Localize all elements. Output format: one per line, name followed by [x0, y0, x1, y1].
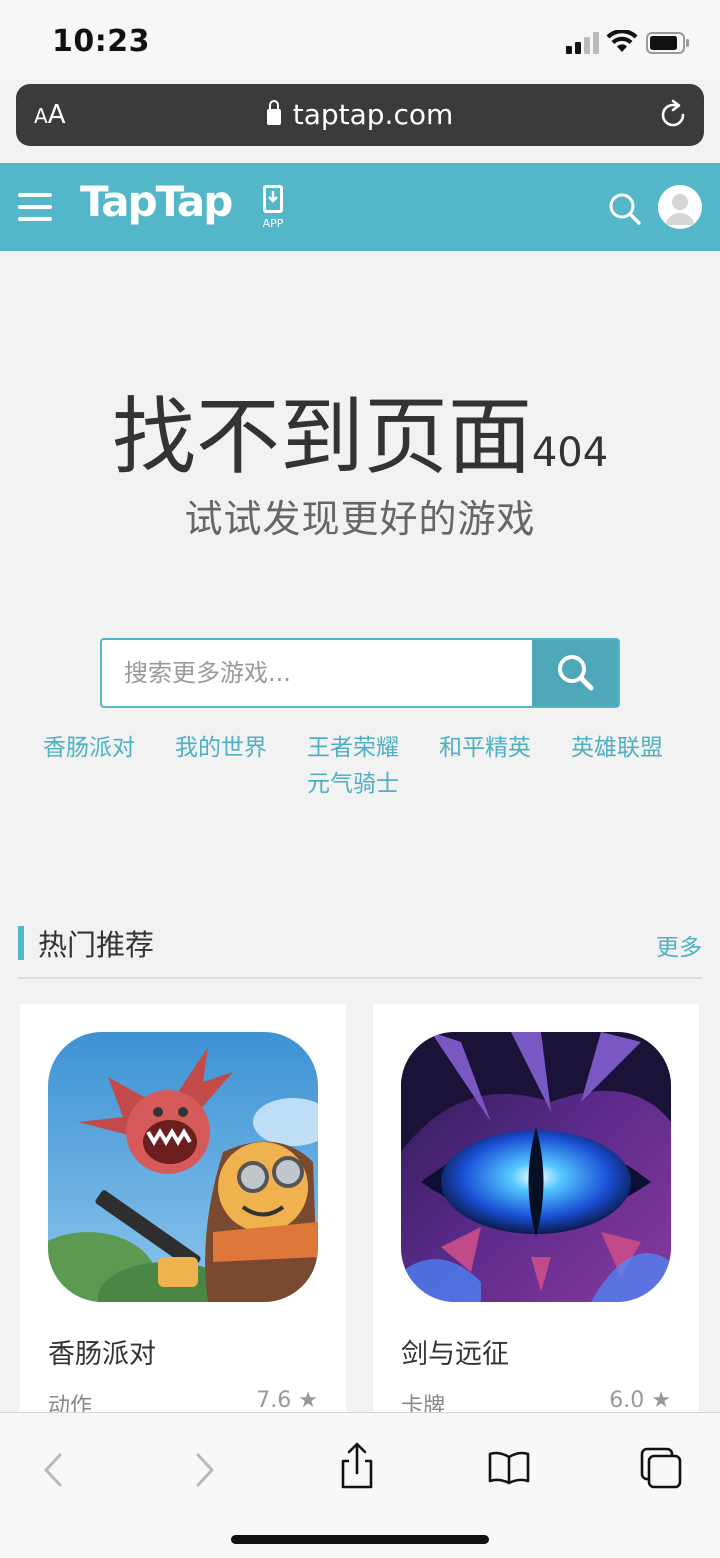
search-input[interactable]: [102, 640, 532, 706]
search-icon: [558, 655, 594, 691]
wifi-icon: [606, 30, 638, 52]
game-icon-sausage-party[interactable]: [48, 1032, 318, 1302]
back-icon[interactable]: [28, 1441, 78, 1491]
search-button[interactable]: [532, 640, 618, 706]
home-indicator[interactable]: [231, 1535, 489, 1544]
menu-icon[interactable]: [18, 193, 52, 221]
game-name[interactable]: 香肠派对: [48, 1332, 156, 1371]
url-text: taptap.com: [292, 98, 454, 131]
hot-tag[interactable]: 我的世界: [175, 728, 267, 762]
star-icon: ★: [298, 1388, 318, 1413]
phone-download-icon: [263, 185, 283, 213]
not-found-heading: 找不到页面404: [0, 370, 720, 491]
header-search-icon[interactable]: [608, 192, 642, 226]
hot-tag[interactable]: 香肠派对: [43, 728, 135, 762]
game-icon-afk-arena[interactable]: [401, 1032, 671, 1302]
game-name[interactable]: 剑与远征: [401, 1332, 509, 1371]
hot-tag[interactable]: 元气骑士: [307, 764, 399, 798]
error-code: 404: [531, 430, 609, 476]
app-label: APP: [262, 217, 284, 230]
status-time: 10:23: [52, 24, 150, 59]
not-found-subtitle: 试试发现更好的游戏: [184, 497, 536, 541]
bookmarks-icon[interactable]: [484, 1441, 534, 1491]
reload-icon[interactable]: [656, 98, 690, 132]
score-value: 7.6: [256, 1388, 292, 1413]
section-accent-bar: [18, 926, 24, 960]
forward-icon[interactable]: [180, 1441, 230, 1491]
app-download-button[interactable]: APP: [258, 185, 288, 233]
game-score: 6.0 ★: [609, 1388, 671, 1413]
lock-icon: [266, 100, 281, 125]
avatar[interactable]: [658, 185, 702, 229]
search-box: [100, 638, 620, 708]
status-bar: 10:23: [0, 0, 720, 80]
hot-tag[interactable]: 英雄联盟: [571, 728, 663, 762]
browser-address-bar[interactable]: AA taptap.com: [16, 84, 704, 146]
hot-tag[interactable]: 和平精英: [439, 728, 531, 762]
tabs-icon[interactable]: [636, 1441, 686, 1491]
url-display[interactable]: taptap.com: [16, 98, 704, 131]
not-found-title: 找不到页面: [111, 388, 532, 486]
game-card[interactable]: 剑与远征 卡牌 6.0 ★: [373, 1004, 699, 1424]
game-score: 7.6 ★: [256, 1388, 318, 1413]
star-icon: ★: [651, 1388, 671, 1413]
taptap-logo[interactable]: TapTap: [80, 177, 233, 226]
more-link[interactable]: 更多: [656, 928, 702, 962]
battery-icon: [646, 32, 689, 54]
hot-tag[interactable]: 王者荣耀: [307, 728, 399, 762]
section-divider: [18, 977, 702, 979]
cellular-signal-icon: [566, 32, 602, 54]
game-card[interactable]: 香肠派对 动作 7.6 ★: [20, 1004, 346, 1424]
user-icon: [666, 194, 694, 225]
share-icon[interactable]: [332, 1441, 382, 1491]
section-title: 热门推荐: [38, 928, 155, 962]
score-value: 6.0: [609, 1388, 645, 1413]
